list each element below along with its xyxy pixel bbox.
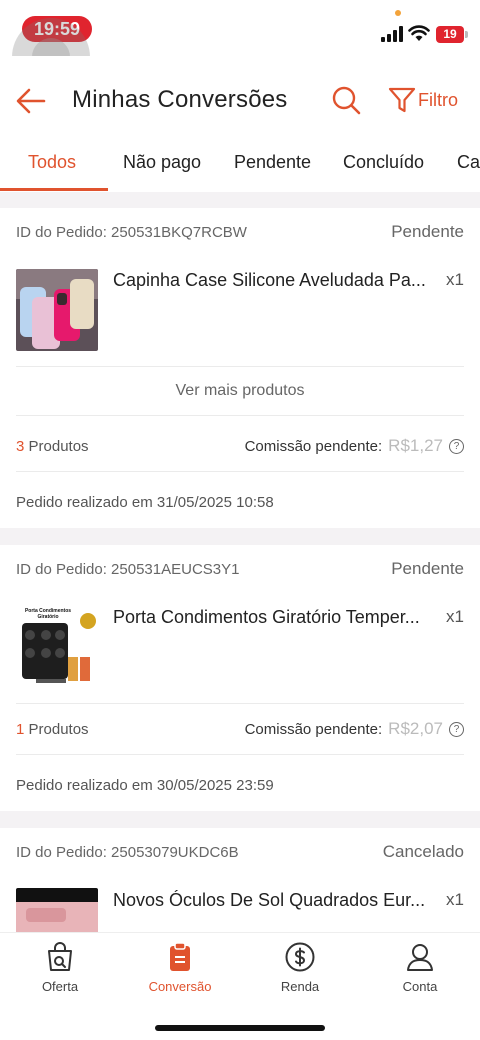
order-date: Pedido realizado em 30/05/2025 23:59 bbox=[16, 777, 274, 794]
bottom-navigation: Oferta Conversão Renda Conta bbox=[0, 932, 480, 1040]
product-quantity: x1 bbox=[446, 607, 464, 626]
order-id: ID do Pedido: 25053079UKDC6B bbox=[16, 844, 239, 861]
thumb-caption: Porta Condimentos Giratório bbox=[24, 608, 72, 620]
dollar-circle-icon bbox=[285, 942, 315, 972]
commission-value: R$1,27 bbox=[388, 436, 443, 455]
filter-button[interactable]: Filtro bbox=[388, 84, 472, 116]
nav-renda[interactable]: Renda bbox=[240, 941, 360, 994]
commission-label: Comissão pendente: bbox=[244, 720, 383, 738]
divider bbox=[16, 471, 464, 472]
header: Minhas Conversões Filtro bbox=[0, 56, 480, 136]
order-card[interactable]: ID do Pedido: 250531AEUCS3Y1 Pendente Po… bbox=[0, 545, 480, 811]
help-icon[interactable]: ? bbox=[449, 721, 464, 737]
nav-label: Oferta bbox=[41, 979, 79, 994]
product-quantity: x1 bbox=[446, 890, 464, 909]
filter-label: Filtro bbox=[418, 89, 458, 110]
divider bbox=[16, 415, 464, 416]
product-image[interactable] bbox=[16, 269, 98, 351]
nav-label: Renda bbox=[280, 979, 320, 994]
product-name: Porta Condimentos Giratório Temper... bbox=[113, 607, 420, 627]
order-card[interactable]: ID do Pedido: 250531BKQ7RCBW Pendente Ca… bbox=[0, 208, 480, 528]
product-image[interactable]: Porta Condimentos Giratório bbox=[16, 605, 98, 687]
commission-info: Comissão pendente: R$1,27 ? bbox=[245, 436, 464, 456]
back-arrow-icon[interactable] bbox=[14, 84, 48, 118]
tab-todos[interactable]: Todos bbox=[28, 152, 76, 173]
order-status: Cancelado bbox=[382, 842, 464, 861]
order-status: Pendente bbox=[391, 559, 464, 578]
product-count: 1 Produtos bbox=[16, 721, 89, 738]
nav-label: Conversão bbox=[148, 979, 212, 994]
nav-label: Conta bbox=[402, 979, 438, 994]
privacy-indicator-dot bbox=[395, 10, 401, 16]
battery-icon: 19 bbox=[436, 26, 468, 43]
order-card[interactable]: ID do Pedido: 25053079UKDC6B Cancelado N… bbox=[0, 828, 480, 932]
shopping-bag-icon bbox=[48, 942, 72, 971]
tab-pendente[interactable]: Pendente bbox=[234, 152, 311, 173]
order-id: ID do Pedido: 250531AEUCS3Y1 bbox=[16, 561, 240, 578]
product-name: Novos Óculos De Sol Quadrados Eur... bbox=[113, 890, 426, 910]
search-icon[interactable] bbox=[330, 84, 362, 116]
status-tabs: Todos Não pago Pendente Concluído Ca bbox=[0, 136, 480, 192]
help-icon[interactable]: ? bbox=[449, 438, 464, 454]
product-quantity: x1 bbox=[446, 270, 464, 289]
commission-value: R$2,07 bbox=[388, 719, 443, 738]
order-status: Pendente bbox=[391, 222, 464, 241]
filter-icon bbox=[388, 87, 416, 113]
product-name: Capinha Case Silicone Aveludada Pa... bbox=[113, 270, 426, 290]
active-tab-indicator bbox=[0, 188, 108, 191]
product-count: 3 Produtos bbox=[16, 438, 89, 455]
commission-info: Comissão pendente: R$2,07 ? bbox=[245, 719, 464, 739]
see-more-products-button[interactable]: Ver mais produtos bbox=[0, 382, 480, 400]
tab-concluido[interactable]: Concluído bbox=[343, 152, 424, 173]
divider bbox=[16, 754, 464, 755]
tab-cancelado[interactable]: Ca bbox=[457, 152, 480, 173]
nav-conversao[interactable]: Conversão bbox=[120, 941, 240, 994]
nav-oferta[interactable]: Oferta bbox=[0, 941, 120, 994]
order-date: Pedido realizado em 31/05/2025 10:58 bbox=[16, 494, 274, 511]
user-icon bbox=[407, 944, 433, 971]
commission-label: Comissão pendente: bbox=[244, 437, 383, 455]
product-image[interactable] bbox=[16, 888, 98, 932]
tab-nao-pago[interactable]: Não pago bbox=[123, 152, 201, 173]
page-title: Minhas Conversões bbox=[72, 86, 288, 113]
home-indicator[interactable] bbox=[155, 1025, 325, 1031]
divider bbox=[16, 366, 464, 367]
divider bbox=[16, 703, 464, 704]
wifi-icon bbox=[408, 25, 430, 41]
clipboard-icon bbox=[170, 942, 190, 971]
nav-conta[interactable]: Conta bbox=[360, 941, 480, 994]
signal-icon bbox=[381, 26, 403, 42]
order-id: ID do Pedido: 250531BKQ7RCBW bbox=[16, 224, 247, 241]
